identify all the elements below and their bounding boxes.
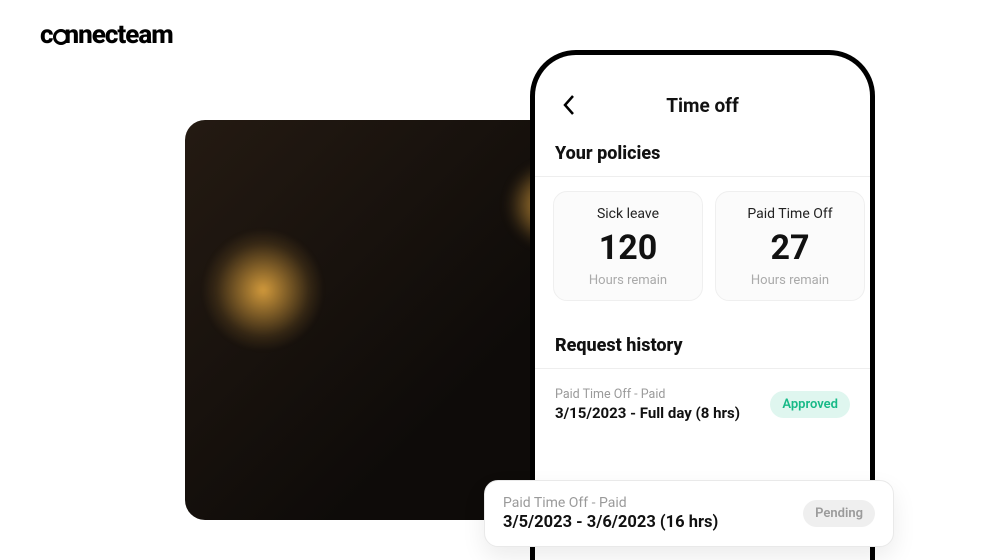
request-popup-card[interactable]: Paid Time Off - Paid 3/5/2023 - 3/6/2023… (484, 480, 894, 547)
policies-heading: Your policies (535, 127, 870, 176)
status-badge: Approved (770, 391, 850, 418)
status-badge: Pending (803, 500, 875, 527)
request-meta: Paid Time Off - Paid (503, 495, 718, 511)
chevron-left-icon (562, 94, 576, 116)
policy-value: 120 (562, 230, 694, 267)
request-text: Paid Time Off - Paid 3/5/2023 - 3/6/2023… (503, 495, 718, 532)
back-button[interactable] (555, 89, 583, 121)
request-history-list: Paid Time Off - Paid 3/15/2023 - Full da… (535, 369, 870, 434)
request-line: 3/5/2023 - 3/6/2023 (16 hrs) (503, 513, 718, 532)
request-meta: Paid Time Off - Paid (555, 387, 740, 402)
policy-value: 27 (724, 230, 856, 267)
request-line: 3/15/2023 - Full day (8 hrs) (555, 404, 740, 422)
page-title: Time off (666, 94, 739, 117)
history-heading: Request history (535, 319, 870, 368)
policy-sub: Hours remain (562, 273, 694, 288)
policy-card-sick-leave[interactable]: Sick leave 120 Hours remain (553, 191, 703, 301)
request-row[interactable]: Paid Time Off - Paid 3/15/2023 - Full da… (555, 375, 850, 434)
policies-row[interactable]: Sick leave 120 Hours remain Paid Time Of… (535, 177, 870, 319)
policy-label: Sick leave (562, 206, 694, 222)
brand-prefix: c (40, 20, 53, 50)
policy-label: Paid Time Off (724, 206, 856, 222)
phone-screen: Time off Your policies Sick leave 120 Ho… (535, 55, 870, 434)
policy-sub: Hours remain (724, 273, 856, 288)
title-bar: Time off (535, 83, 870, 127)
brand-rest: nnecteam (65, 20, 173, 50)
brand-logo: c nnecteam (40, 20, 173, 50)
bokeh-light (203, 230, 323, 350)
hero-photo (185, 120, 575, 520)
request-text: Paid Time Off - Paid 3/15/2023 - Full da… (555, 387, 740, 422)
policy-card-pto[interactable]: Paid Time Off 27 Hours remain (715, 191, 865, 301)
